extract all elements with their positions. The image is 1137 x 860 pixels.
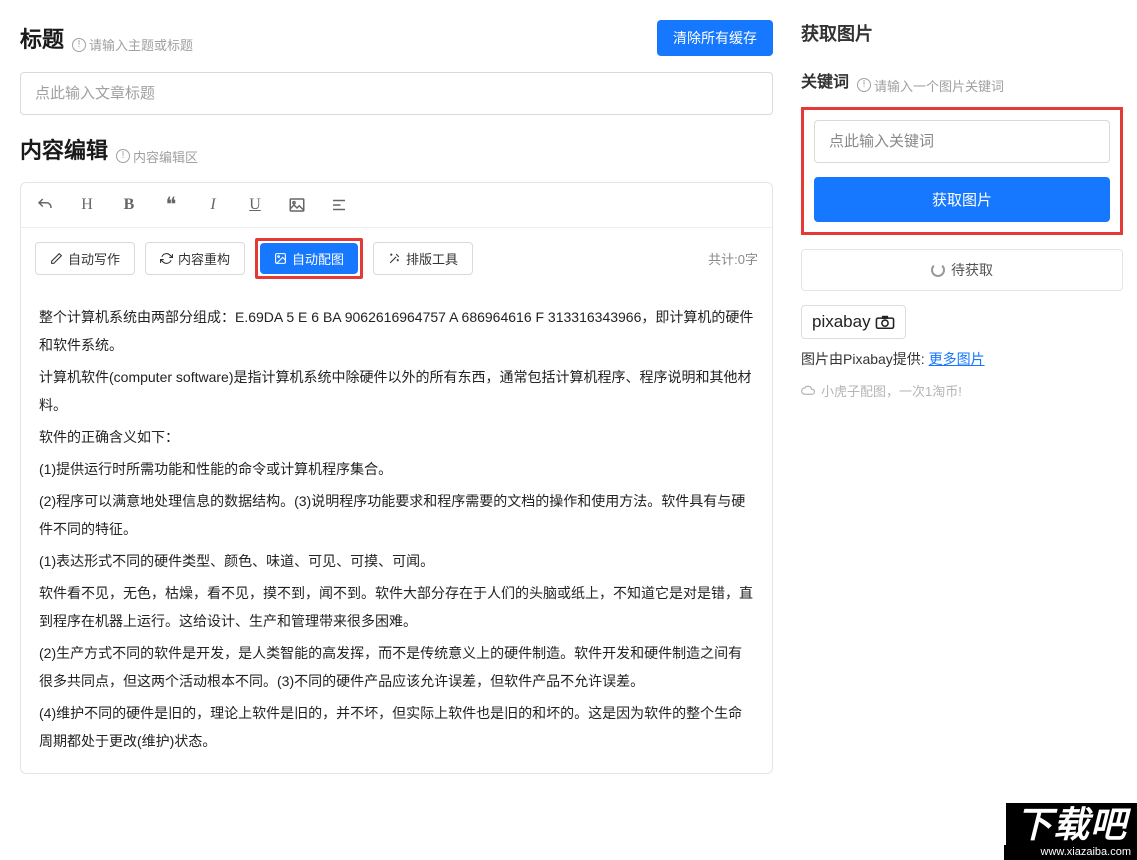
sidebar: 获取图片 关键词 ! 请输入一个图片关键词 获取图片 待获取 pixabay — [787, 0, 1137, 860]
heading-button[interactable]: H — [75, 193, 99, 217]
more-images-link[interactable]: 更多图片 — [929, 351, 985, 367]
keyword-highlight-box: 获取图片 — [801, 107, 1123, 235]
wand-icon — [388, 252, 401, 265]
info-icon: ! — [72, 38, 86, 52]
spinner-icon — [931, 263, 945, 277]
content-label: 内容编辑 — [20, 133, 108, 165]
keyword-hint: ! 请输入一个图片关键词 — [857, 76, 1004, 95]
content-hint: ! 内容编辑区 — [116, 147, 198, 166]
content-header: 内容编辑 ! 内容编辑区 — [20, 133, 773, 166]
image-button[interactable] — [285, 193, 309, 217]
layout-tool-button[interactable]: 排版工具 — [373, 242, 473, 275]
camera-icon — [875, 315, 895, 329]
editor-paragraph: (2)程序可以满意地处理信息的数据结构。(3)说明程序功能要求和程序需要的文档的… — [39, 487, 754, 543]
main-column: 标题 ! 请输入主题或标题 清除所有缓存 内容编辑 ! 内容编辑区 — [0, 0, 787, 860]
auto-write-button[interactable]: 自动写作 — [35, 242, 135, 275]
quote-button[interactable]: ❝ — [159, 193, 183, 217]
bold-button[interactable]: B — [117, 193, 141, 217]
action-row: 自动写作 内容重构 自动配图 排版工具 — [21, 228, 772, 289]
keyword-label: 关键词 — [801, 68, 849, 92]
editor-card: H B ❝ I U 自动写作 — [20, 182, 773, 774]
editor-paragraph: 整个计算机系统由两部分组成：E.69DA 5 E 6 BA 9062616964… — [39, 303, 754, 359]
editor-body[interactable]: 整个计算机系统由两部分组成：E.69DA 5 E 6 BA 9062616964… — [21, 289, 772, 773]
picture-icon — [274, 252, 287, 265]
pending-status: 待获取 — [801, 249, 1123, 291]
title-header: 标题 ! 请输入主题或标题 清除所有缓存 — [20, 20, 773, 56]
clear-cache-button[interactable]: 清除所有缓存 — [657, 20, 773, 56]
editor-paragraph: (1)表达形式不同的硬件类型、颜色、味道、可见、可摸、可闻。 — [39, 547, 754, 575]
get-image-title: 获取图片 — [801, 20, 1123, 46]
title-hint: ! 请输入主题或标题 — [72, 35, 193, 54]
auto-image-button[interactable]: 自动配图 — [260, 243, 358, 274]
editor-toolbar: H B ❝ I U — [21, 183, 772, 228]
undo-button[interactable] — [33, 193, 57, 217]
article-title-input[interactable] — [20, 72, 773, 115]
auto-image-highlight: 自动配图 — [255, 238, 363, 279]
credit-line: 图片由Pixabay提供: 更多图片 — [801, 349, 1123, 369]
editor-paragraph: (2)生产方式不同的软件是开发，是人类智能的高发挥，而不是传统意义上的硬件制造。… — [39, 639, 754, 695]
info-icon: ! — [857, 78, 871, 92]
editor-paragraph: (1)提供运行时所需功能和性能的命令或计算机程序集合。 — [39, 455, 754, 483]
editor-paragraph: 软件的正确含义如下： — [39, 423, 754, 451]
keyword-input[interactable] — [814, 120, 1110, 163]
refresh-icon — [160, 252, 173, 265]
underline-button[interactable]: U — [243, 193, 267, 217]
pixabay-badge: pixabay — [801, 305, 906, 339]
word-count: 共计:0字 — [708, 249, 758, 268]
get-image-button[interactable]: 获取图片 — [814, 177, 1110, 222]
editor-paragraph: (4)维护不同的硬件是旧的，理论上软件是旧的，并不坏，但实际上软件也是旧的和坏的… — [39, 699, 754, 755]
footer-note: 小虎子配图，一次1淘币! — [801, 381, 1123, 400]
info-icon: ! — [116, 149, 130, 163]
editor-paragraph: 计算机软件(computer software)是指计算机系统中除硬件以外的所有… — [39, 363, 754, 419]
cloud-icon — [801, 385, 816, 396]
align-left-button[interactable] — [327, 193, 351, 217]
restructure-button[interactable]: 内容重构 — [145, 242, 245, 275]
italic-button[interactable]: I — [201, 193, 225, 217]
editor-paragraph: 软件看不见，无色，枯燥，看不见，摸不到，闻不到。软件大部分存在于人们的头脑或纸上… — [39, 579, 754, 635]
pencil-icon — [50, 252, 63, 265]
title-label: 标题 — [20, 22, 64, 54]
